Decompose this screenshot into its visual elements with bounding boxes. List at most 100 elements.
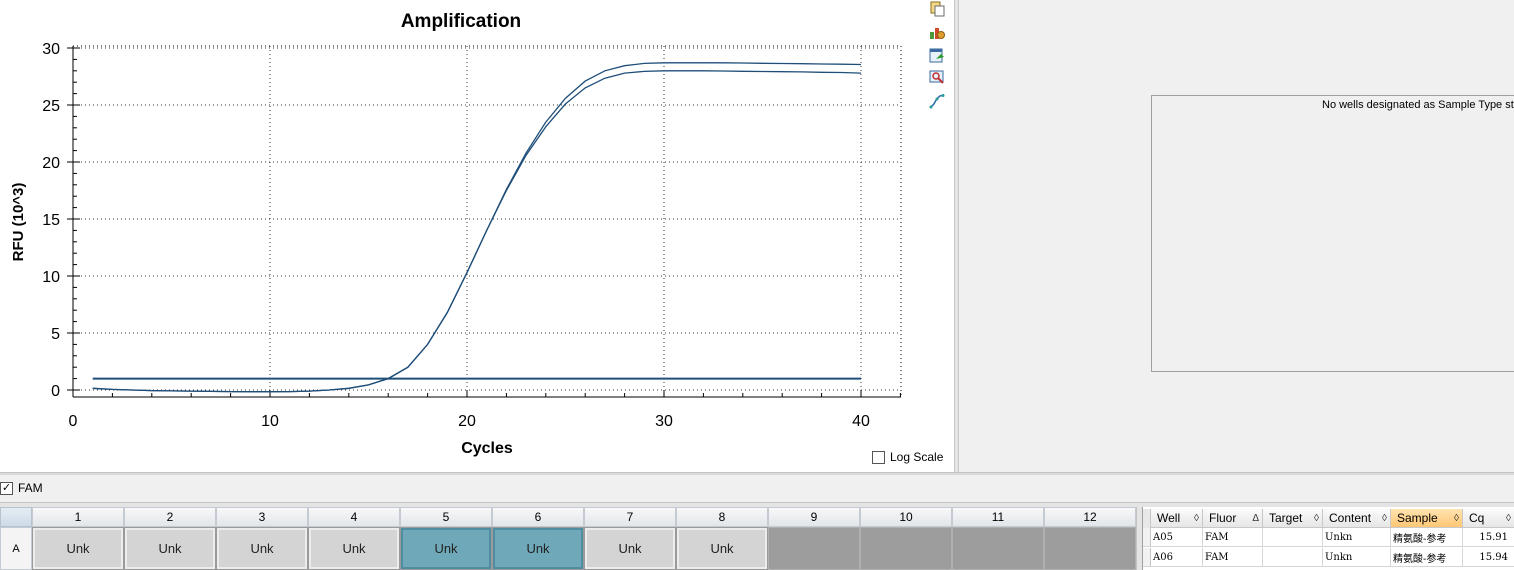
curve-icon[interactable]: [927, 92, 947, 110]
header-label: Sample: [1397, 511, 1438, 525]
column-header-2[interactable]: 2: [124, 507, 216, 527]
header-label: Content: [1329, 511, 1372, 525]
column-header-10[interactable]: 10: [860, 507, 952, 527]
header-fluor[interactable]: Fluor Δ: [1203, 509, 1263, 528]
plate-grid: 1 2 3 4 5 6 7 8 9 10 11 12 A Unk Unk Unk Unk Unk Unk Unk U…: [0, 507, 1136, 570]
plate-select-all-corner[interactable]: [0, 507, 32, 527]
well-a12[interactable]: [1044, 527, 1136, 570]
fam-checkbox[interactable]: ✓: [0, 481, 13, 495]
horizontal-splitter[interactable]: [0, 472, 1514, 475]
header-well[interactable]: Well ◊: [1151, 509, 1203, 528]
well-a9[interactable]: [768, 527, 860, 570]
sort-icon[interactable]: ◊: [1506, 513, 1511, 524]
well-a8[interactable]: Unk: [676, 527, 768, 570]
log-scale-label: Log Scale: [890, 450, 944, 464]
column-header-4[interactable]: 4: [308, 507, 400, 527]
amplification-chart[interactable]: Amplification Cycles RFU (10^3) 0 10 20 30 4…: [0, 0, 922, 472]
x-tick-label: 30: [655, 413, 673, 430]
column-header-8[interactable]: 8: [676, 507, 768, 527]
amplification-chart-panel: Amplification Cycles RFU (10^3) 0 10 20 30 4…: [0, 0, 922, 472]
row-selector[interactable]: [1143, 528, 1151, 547]
cell-sample[interactable]: 精氨酸-参考: [1391, 528, 1463, 547]
header-content[interactable]: Content ◊: [1323, 509, 1391, 528]
header-label: Cq: [1469, 511, 1485, 525]
header-target[interactable]: Target ◊: [1263, 509, 1323, 528]
row-header-a[interactable]: A: [0, 527, 32, 570]
header-label: Well: [1157, 511, 1181, 525]
row-selector[interactable]: [1143, 548, 1151, 567]
series-lines: [92, 62, 862, 393]
x-tick-label: 40: [852, 413, 870, 430]
well-a6[interactable]: Unk: [492, 527, 584, 570]
cell-fluor[interactable]: FAM: [1203, 528, 1263, 547]
y-tick-label: 30: [42, 41, 60, 58]
x-tick-label: 0: [69, 413, 78, 430]
log-scale-toggle[interactable]: Log Scale: [872, 450, 943, 464]
zoom-icon[interactable]: [927, 68, 947, 86]
cell-content[interactable]: Unkn: [1323, 548, 1391, 567]
sort-icon[interactable]: ◊: [1314, 513, 1319, 524]
grid-lines: [73, 46, 901, 397]
well-a11[interactable]: [952, 527, 1044, 570]
column-header-7[interactable]: 7: [584, 507, 676, 527]
well-a2[interactable]: Unk: [124, 527, 216, 570]
chart-toolbar: [922, 0, 954, 472]
x-tick-label: 20: [458, 413, 476, 430]
x-tick-label: 10: [261, 413, 279, 430]
log-scale-checkbox[interactable]: [872, 450, 885, 464]
header-label: Target: [1269, 511, 1303, 525]
header-sample[interactable]: Sample ◊: [1391, 509, 1463, 528]
table-header-lead: [1143, 509, 1151, 528]
chart-title: Amplification: [401, 11, 521, 32]
cell-sample[interactable]: 精氨酸-参考: [1391, 548, 1463, 567]
fluor-filter-bar: ✓ FAM: [0, 476, 1514, 500]
header-cq[interactable]: Cq ◊: [1463, 509, 1514, 528]
y-tick-label: 25: [42, 98, 60, 115]
fam-label: FAM: [18, 481, 43, 495]
sort-icon[interactable]: ◊: [1194, 513, 1199, 524]
y-tick-label: 20: [42, 155, 60, 172]
standard-curve-box: No wells designated as Sample Type star: [1151, 95, 1514, 372]
results-table: Well ◊ Fluor Δ Target ◊ Content ◊ Sample ◊ Cq ◊ A05…: [1142, 507, 1514, 570]
x-axis-label: Cycles: [461, 440, 513, 457]
cell-well[interactable]: A05: [1151, 528, 1203, 547]
cell-target[interactable]: [1263, 528, 1323, 547]
well-a5[interactable]: Unk: [400, 527, 492, 570]
y-axis-label: RFU (10^3): [10, 183, 27, 262]
amplification-curve-2: [92, 70, 862, 393]
well-a3[interactable]: Unk: [216, 527, 308, 570]
header-label: Fluor: [1209, 511, 1237, 525]
cell-well[interactable]: A06: [1151, 548, 1203, 567]
export-icon[interactable]: [927, 46, 947, 64]
column-header-5[interactable]: 5: [400, 507, 492, 527]
column-header-9[interactable]: 9: [768, 507, 860, 527]
sort-icon[interactable]: Δ: [1252, 513, 1259, 524]
cell-target[interactable]: [1263, 548, 1323, 567]
chart-settings-icon[interactable]: [927, 23, 947, 41]
y-tick-label: 15: [42, 212, 60, 229]
cell-cq[interactable]: 15.94: [1463, 548, 1514, 567]
cell-fluor[interactable]: FAM: [1203, 548, 1263, 567]
amplification-curve-1: [92, 62, 862, 393]
y-tick-label: 0: [51, 383, 60, 400]
copy-icon[interactable]: [927, 0, 947, 18]
y-tick-label: 5: [51, 326, 60, 343]
column-header-3[interactable]: 3: [216, 507, 308, 527]
app-window: Amplification Cycles RFU (10^3) 0 10 20 30 4…: [0, 0, 1514, 570]
well-a1[interactable]: Unk: [32, 527, 124, 570]
column-header-12[interactable]: 12: [1044, 507, 1136, 527]
sort-icon[interactable]: ◊: [1382, 513, 1387, 524]
tick-labels: 0 10 20 30 40 0 5 10 15 20 25 30: [42, 41, 870, 430]
well-a7[interactable]: Unk: [584, 527, 676, 570]
column-header-11[interactable]: 11: [952, 507, 1044, 527]
well-a10[interactable]: [860, 527, 952, 570]
column-header-1[interactable]: 1: [32, 507, 124, 527]
cell-cq[interactable]: 15.91: [1463, 528, 1514, 547]
standard-curve-message: No wells designated as Sample Type star: [1322, 99, 1514, 111]
axes: [67, 45, 902, 398]
column-header-6[interactable]: 6: [492, 507, 584, 527]
cell-content[interactable]: Unkn: [1323, 528, 1391, 547]
well-a4[interactable]: Unk: [308, 527, 400, 570]
y-tick-label: 10: [42, 269, 60, 286]
sort-icon[interactable]: ◊: [1454, 513, 1459, 524]
